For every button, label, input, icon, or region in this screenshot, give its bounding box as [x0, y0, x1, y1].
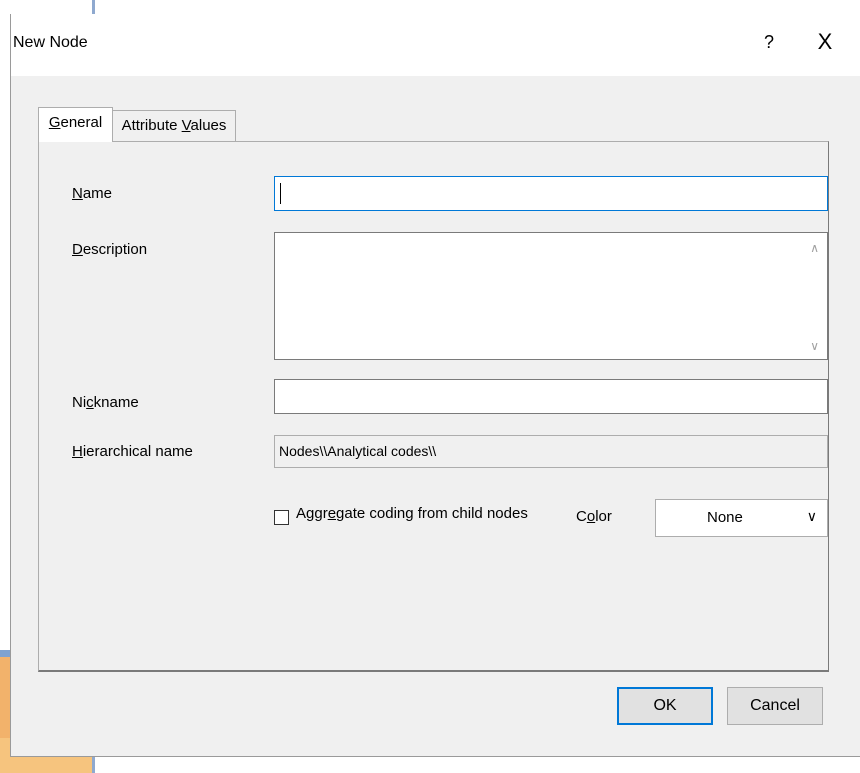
- color-dropdown[interactable]: None ∨: [655, 499, 828, 537]
- nickname-input[interactable]: [274, 379, 828, 414]
- aggregate-checkbox-label[interactable]: Aggregate coding from child nodes: [296, 505, 528, 522]
- dialog-title: New Node: [13, 34, 88, 51]
- general-tab-panel: Name Description ∧ ∨ Nickname Hierarchic…: [38, 141, 829, 672]
- chevron-up-icon[interactable]: ∧: [810, 241, 819, 255]
- background-app-divider-bottom: [92, 757, 95, 773]
- hierarchical-name-field: Nodes\\Analytical codes\\: [274, 435, 828, 468]
- color-dropdown-value: None: [707, 509, 743, 526]
- cancel-button[interactable]: Cancel: [727, 687, 823, 725]
- nickname-label: Nickname: [72, 394, 139, 411]
- tab-general-label: General: [48, 114, 103, 131]
- new-node-dialog: New Node ? X General Attribute Values Na…: [10, 14, 860, 757]
- tab-general[interactable]: General: [38, 107, 113, 142]
- tab-attribute-values-label: Attribute Values: [121, 117, 227, 134]
- aggregate-checkbox[interactable]: [274, 510, 289, 525]
- help-button[interactable]: ?: [759, 32, 779, 53]
- name-input[interactable]: [274, 176, 828, 211]
- tab-attribute-values[interactable]: Attribute Values: [113, 110, 236, 142]
- description-textarea[interactable]: ∧ ∨: [274, 232, 828, 360]
- name-label: Name: [72, 185, 113, 202]
- ok-button[interactable]: OK: [617, 687, 713, 725]
- chevron-down-icon: ∨: [806, 508, 817, 524]
- description-label: Description: [72, 241, 148, 258]
- background-app-strip: [0, 0, 860, 8]
- background-app-divider: [92, 0, 95, 14]
- title-bar: New Node ? X: [11, 14, 860, 76]
- hierarchical-name-label: Hierarchical name: [72, 443, 193, 460]
- close-button[interactable]: X: [813, 29, 837, 55]
- color-label: Color: [576, 508, 612, 525]
- text-caret: [280, 183, 281, 204]
- chevron-down-icon[interactable]: ∨: [810, 339, 819, 353]
